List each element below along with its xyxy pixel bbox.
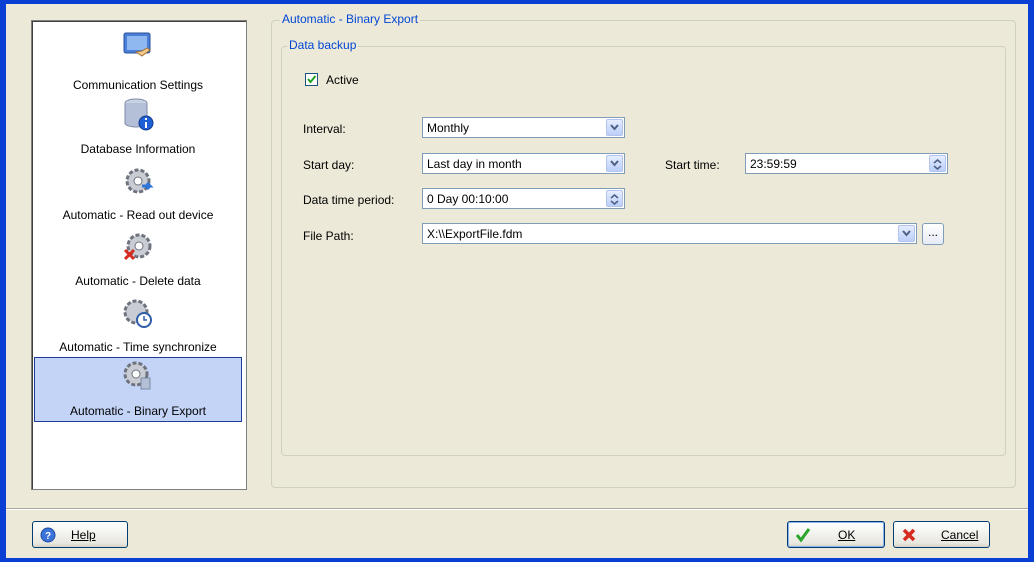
chevron-down-icon — [610, 124, 619, 131]
interval-select[interactable]: Monthly — [422, 117, 625, 138]
chevron-down-icon — [610, 160, 619, 167]
close-icon — [902, 528, 916, 542]
svg-text:?: ? — [45, 531, 51, 542]
checkmark-icon — [795, 528, 811, 543]
help-icon: ? — [40, 527, 56, 543]
data-backup-group — [281, 46, 1006, 456]
cancel-label: Cancel — [941, 528, 979, 542]
nav-item-label: Automatic - Binary Export — [69, 404, 207, 418]
period-value: 0 Day 00:10:00 — [427, 192, 509, 206]
chevron-down-icon — [902, 230, 911, 237]
start-time-spinner[interactable]: 23:59:59 — [745, 153, 948, 174]
start-time-value: 23:59:59 — [750, 157, 797, 171]
checkmark-icon — [307, 75, 317, 84]
ok-button[interactable]: OK — [787, 521, 885, 548]
help-label: Help — [71, 528, 96, 542]
ok-label: OK — [838, 528, 856, 542]
period-spinner[interactable]: 0 Day 00:10:00 — [422, 188, 625, 209]
start-day-dropdown-button[interactable] — [606, 155, 623, 172]
nav-item-read-out-device[interactable]: Automatic - Read out device — [34, 162, 242, 224]
interval-label: Interval: — [303, 122, 346, 136]
data-backup-title: Data backup — [287, 38, 359, 52]
monitor-hand-icon — [123, 32, 151, 57]
gears-export-icon — [123, 361, 151, 390]
nav-item-label: Automatic - Delete data — [75, 274, 201, 288]
start-day-label: Start day: — [303, 158, 355, 172]
nav-item-label: Automatic - Read out device — [62, 208, 214, 222]
interval-value: Monthly — [427, 121, 470, 135]
nav-item-label: Database Information — [80, 142, 196, 156]
gears-readout-icon — [125, 168, 154, 194]
footer-separator-highlight — [6, 509, 1028, 510]
gears-delete-icon — [123, 233, 152, 261]
start-day-select[interactable]: Last day in month — [422, 153, 625, 174]
period-label: Data time period: — [303, 193, 395, 207]
file-path-select[interactable]: X:\\ExportFile.fdm — [422, 223, 917, 244]
file-path-label: File Path: — [303, 229, 354, 243]
nav-item-delete-data[interactable]: Automatic - Delete data — [34, 228, 242, 290]
spin-updown-icon — [933, 159, 942, 170]
file-path-value: X:\\ExportFile.fdm — [427, 227, 523, 241]
panel-title: Automatic - Binary Export — [280, 12, 421, 26]
nav-item-communication-settings[interactable]: Communication Settings — [34, 26, 242, 92]
interval-dropdown-button[interactable] — [606, 119, 623, 136]
cancel-button[interactable]: Cancel — [893, 521, 990, 548]
period-spin-button[interactable] — [606, 190, 623, 207]
start-time-label: Start time: — [665, 158, 720, 172]
database-info-icon — [124, 98, 154, 131]
nav-item-binary-export[interactable]: Automatic - Binary Export — [34, 358, 242, 420]
nav-item-label: Communication Settings — [72, 78, 204, 92]
browse-button[interactable]: ... — [922, 223, 944, 245]
active-label[interactable]: Active — [326, 73, 359, 87]
nav-item-database-information[interactable]: Database Information — [34, 96, 242, 158]
help-button[interactable]: ? Help — [32, 521, 128, 548]
file-path-dropdown-button[interactable] — [898, 225, 915, 242]
start-day-value: Last day in month — [427, 157, 522, 171]
gears-clock-icon — [123, 299, 152, 328]
nav-item-label: Automatic - Time synchronize — [59, 340, 217, 354]
start-time-spin-button[interactable] — [929, 155, 946, 172]
spin-updown-icon — [610, 194, 619, 205]
active-checkbox[interactable] — [305, 73, 318, 86]
nav-item-time-synchronize[interactable]: Automatic - Time synchronize — [34, 294, 242, 356]
